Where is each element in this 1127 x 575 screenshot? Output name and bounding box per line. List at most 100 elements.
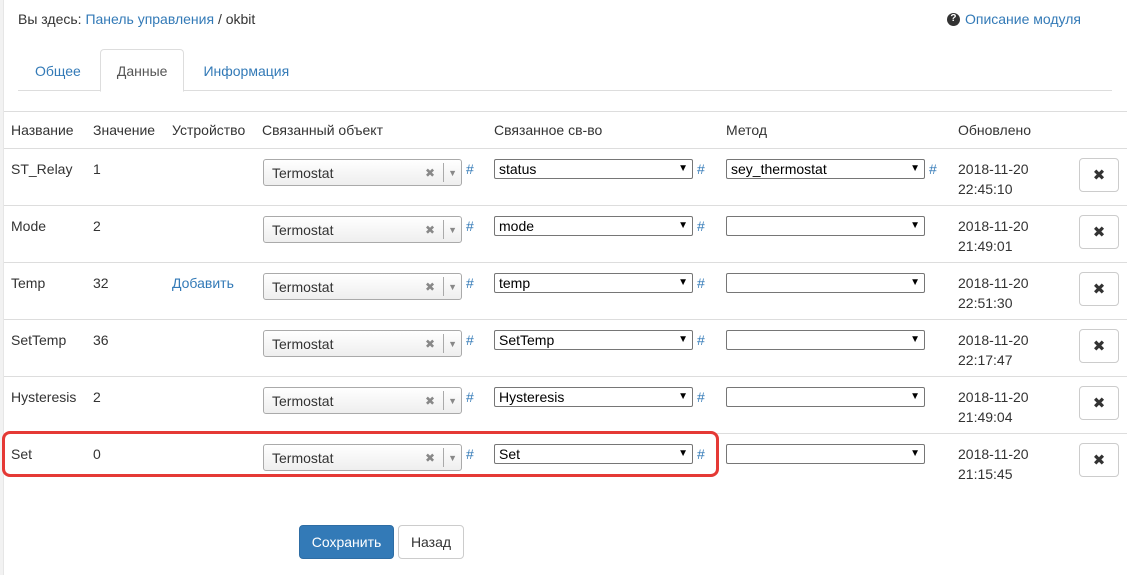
- row-updated-time: 21:49:04: [958, 409, 1013, 425]
- row-name: Mode: [11, 218, 47, 234]
- linked-object-select[interactable]: Termostat ✖ ▼: [263, 216, 462, 243]
- linked-object-select[interactable]: Termostat ✖ ▼: [263, 330, 462, 357]
- header-linked-property: Связанное св-во: [494, 122, 603, 138]
- delete-row-button[interactable]: ✖: [1079, 443, 1119, 477]
- method-select[interactable]: ▼: [726, 444, 925, 464]
- linked-property-value: SetTemp: [499, 332, 555, 348]
- module-description-link[interactable]: ? Описание модуля: [946, 10, 1081, 28]
- chevron-down-icon[interactable]: ▼: [448, 280, 457, 294]
- method-select[interactable]: sey_thermostat ▼: [726, 159, 925, 179]
- header-method: Метод: [726, 122, 768, 138]
- chevron-down-icon: ▼: [678, 220, 688, 231]
- method-value: sey_thermostat: [731, 161, 827, 177]
- linked-property-select[interactable]: mode ▼: [494, 216, 693, 236]
- chevron-down-icon: ▼: [910, 448, 920, 459]
- table-row: Hysteresis 2 Termostat ✖ ▼ # Hysteresis ▼ # ▼ 2018…: [4, 376, 1127, 433]
- linked-property-hash-link[interactable]: #: [697, 387, 705, 407]
- linked-property-hash-link[interactable]: #: [697, 216, 705, 236]
- clear-icon[interactable]: ✖: [425, 336, 435, 352]
- row-name: ST_Relay: [11, 161, 73, 177]
- row-value: 1: [93, 161, 101, 177]
- delete-row-button[interactable]: ✖: [1079, 386, 1119, 420]
- chevron-down-icon[interactable]: ▼: [448, 394, 457, 408]
- linked-property-select[interactable]: status ▼: [494, 159, 693, 179]
- clear-icon[interactable]: ✖: [425, 279, 435, 295]
- linked-property-value: temp: [499, 275, 531, 291]
- row-device-add-link[interactable]: Добавить: [172, 273, 234, 293]
- method-hash-link[interactable]: #: [929, 159, 937, 179]
- breadcrumb-prefix: Вы здесь:: [18, 11, 82, 27]
- clear-icon[interactable]: ✖: [425, 165, 435, 181]
- row-value: 2: [93, 218, 101, 234]
- close-icon: ✖: [1092, 452, 1106, 469]
- combo-divider: [443, 391, 444, 410]
- header-updated: Обновлено: [958, 122, 1032, 138]
- linked-object-hash-link[interactable]: #: [466, 387, 474, 407]
- method-select[interactable]: ▼: [726, 216, 925, 236]
- chevron-down-icon: ▼: [910, 277, 920, 288]
- method-select[interactable]: ▼: [726, 387, 925, 407]
- clear-icon[interactable]: ✖: [425, 393, 435, 409]
- tab-general[interactable]: Общее: [18, 49, 98, 91]
- linked-object-select[interactable]: Termostat ✖ ▼: [263, 159, 462, 186]
- row-value: 2: [93, 389, 101, 405]
- linked-property-select[interactable]: temp ▼: [494, 273, 693, 293]
- linked-object-select[interactable]: Termostat ✖ ▼: [263, 273, 462, 300]
- linked-property-value: Hysteresis: [499, 389, 565, 405]
- tab-info[interactable]: Информация: [186, 49, 306, 91]
- header-name: Название: [11, 122, 74, 138]
- combo-divider: [443, 220, 444, 239]
- delete-row-button[interactable]: ✖: [1079, 158, 1119, 192]
- linked-object-hash-link[interactable]: #: [466, 273, 474, 293]
- linked-property-hash-link[interactable]: #: [697, 273, 705, 293]
- row-value: 32: [93, 275, 109, 291]
- save-button[interactable]: Сохранить: [299, 525, 394, 559]
- combo-divider: [443, 334, 444, 353]
- row-updated: 2018-11-20 22:45:10: [958, 159, 1048, 199]
- back-button[interactable]: Назад: [398, 525, 464, 559]
- delete-row-button[interactable]: ✖: [1079, 272, 1119, 306]
- row-updated-date: 2018-11-20: [958, 161, 1029, 177]
- linked-property-select[interactable]: SetTemp ▼: [494, 330, 693, 350]
- linked-object-hash-link[interactable]: #: [466, 330, 474, 350]
- method-select[interactable]: ▼: [726, 330, 925, 350]
- linked-property-hash-link[interactable]: #: [697, 159, 705, 179]
- close-icon: ✖: [1092, 167, 1106, 184]
- linked-object-select[interactable]: Termostat ✖ ▼: [263, 387, 462, 414]
- delete-row-button[interactable]: ✖: [1079, 215, 1119, 249]
- table-top-border: [4, 111, 1127, 112]
- delete-row-button[interactable]: ✖: [1079, 329, 1119, 363]
- table-row: SetTemp 36 Termostat ✖ ▼ # SetTemp ▼ # ▼ 2018-11-2…: [4, 319, 1127, 376]
- combo-divider: [443, 277, 444, 296]
- clear-icon[interactable]: ✖: [425, 222, 435, 238]
- linked-object-value: Termostat: [272, 279, 334, 295]
- module-description-label[interactable]: Описание модуля: [965, 10, 1081, 28]
- table-row: Temp 32 Добавить Termostat ✖ ▼ # temp ▼ # ▼ 2018-11…: [4, 262, 1127, 319]
- chevron-down-icon[interactable]: ▼: [448, 337, 457, 351]
- row-updated-time: 21:15:45: [958, 466, 1013, 482]
- row-updated: 2018-11-20 21:49:01: [958, 216, 1048, 256]
- row-updated: 2018-11-20 21:15:45: [958, 444, 1048, 484]
- row-updated-date: 2018-11-20: [958, 332, 1029, 348]
- close-icon: ✖: [1092, 395, 1106, 412]
- chevron-down-icon: ▼: [678, 334, 688, 345]
- row-updated-date: 2018-11-20: [958, 218, 1029, 234]
- row-name: SetTemp: [11, 332, 67, 348]
- linked-object-hash-link[interactable]: #: [466, 159, 474, 179]
- row-updated: 2018-11-20 22:51:30: [958, 273, 1048, 313]
- tab-data[interactable]: Данные: [99, 49, 185, 92]
- chevron-down-icon[interactable]: ▼: [448, 166, 457, 180]
- chevron-down-icon[interactable]: ▼: [448, 223, 457, 237]
- table-row: Mode 2 Termostat ✖ ▼ # mode ▼ # ▼ 2018-11-20 21:49:…: [4, 205, 1127, 262]
- table-row: ST_Relay 1 Termostat ✖ ▼ # status ▼ # sey_thermos…: [4, 148, 1127, 205]
- chevron-down-icon: ▼: [678, 277, 688, 288]
- linked-property-select[interactable]: Hysteresis ▼: [494, 387, 693, 407]
- linked-property-hash-link[interactable]: #: [697, 330, 705, 350]
- linked-object-hash-link[interactable]: #: [466, 216, 474, 236]
- row-updated-time: 22:45:10: [958, 181, 1013, 197]
- header-value: Значение: [93, 122, 156, 138]
- row-name: Hysteresis: [11, 389, 77, 405]
- method-select[interactable]: ▼: [726, 273, 925, 293]
- breadcrumb-link-control-panel[interactable]: Панель управления: [85, 11, 214, 27]
- linked-object-value: Termostat: [272, 165, 334, 181]
